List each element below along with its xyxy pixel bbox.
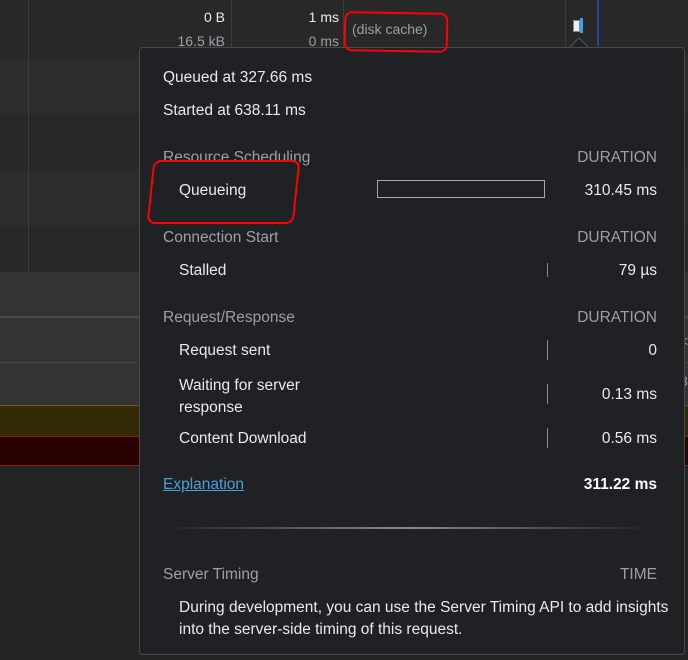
timing-value-stalled: 79 µs — [618, 262, 657, 279]
timing-bar-queueing — [377, 180, 545, 198]
duration-header: DURATION — [577, 229, 657, 246]
timing-label-queueing: Queueing — [179, 182, 247, 199]
popover-caret-inner — [571, 39, 587, 47]
size-transferred: 0 B — [203, 9, 225, 25]
timing-value-content-download: 0.56 ms — [601, 430, 657, 447]
timing-total: 311.22 ms — [583, 476, 657, 493]
timing-bar-stalled — [547, 263, 548, 277]
started-at: Started at 638.11 ms — [163, 102, 306, 119]
timing-value-request-sent: 0 — [648, 342, 657, 359]
section-divider — [163, 527, 654, 529]
section-connection-start: Connection Start — [163, 229, 279, 246]
server-timing-description: During development, you can use the Serv… — [179, 599, 669, 638]
duration-header: DURATION — [577, 309, 657, 326]
waterfall-dom-content-line — [597, 0, 599, 46]
timing-value-waiting: 0.13 ms — [601, 386, 657, 403]
time-header: TIME — [619, 566, 657, 583]
time-total: 1 ms — [308, 9, 339, 25]
timing-bar-content-download — [547, 428, 548, 448]
column-divider — [28, 0, 29, 272]
disk-cache-label: (disk cache) — [352, 21, 428, 37]
section-resource-scheduling: Resource Scheduling — [163, 149, 311, 166]
waterfall-download-bar[interactable] — [580, 18, 583, 33]
timing-bar-waiting — [547, 384, 548, 404]
timing-label-waiting: Waiting for server response — [179, 377, 300, 416]
duration-header: DURATION — [577, 149, 657, 166]
queued-at: Queued at 327.66 ms — [163, 69, 313, 86]
timing-label-request-sent: Request sent — [179, 342, 271, 359]
timing-value-queueing: 310.45 ms — [584, 182, 657, 199]
timing-bar-request-sent — [547, 340, 548, 360]
waterfall-queue-bar[interactable] — [573, 20, 580, 32]
timing-popover: Queued at 327.66 ms Started at 638.11 ms… — [139, 47, 685, 655]
section-server-timing: Server Timing — [163, 566, 259, 583]
explanation-link[interactable]: Explanation — [163, 476, 244, 494]
timing-label-stalled: Stalled — [179, 262, 227, 279]
section-request-response: Request/Response — [163, 309, 295, 326]
timing-label-content-download: Content Download — [179, 430, 307, 447]
